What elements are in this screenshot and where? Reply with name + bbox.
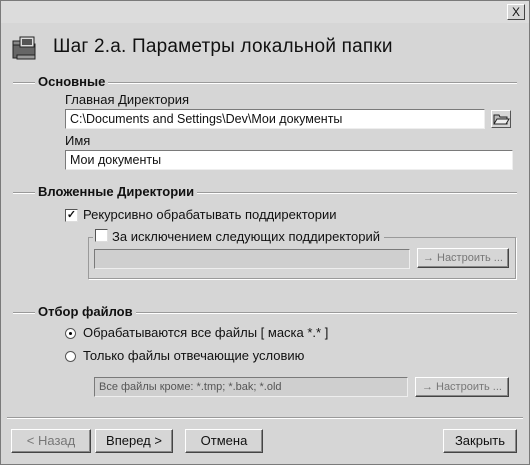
back-button[interactable]: < Назад <box>11 429 91 453</box>
name-label: Имя <box>65 133 91 148</box>
close-button[interactable]: Закрыть <box>443 429 517 453</box>
close-window-button[interactable]: X <box>507 4 525 20</box>
recursive-checkbox[interactable]: ✓ <box>65 209 78 222</box>
section-title-subdirs: Вложенные Директории <box>35 184 198 199</box>
exclude-checkbox[interactable] <box>95 229 108 242</box>
configure-filter-label: Настроить ... <box>436 381 502 393</box>
checkmark-icon: ✓ <box>66 209 77 221</box>
configure-subdirs-label: Настроить ... <box>437 252 503 264</box>
only-matching-label[interactable]: Только файлы отвечающие условию <box>83 348 304 363</box>
cancel-button[interactable]: Отмена <box>185 429 263 453</box>
open-folder-icon <box>493 114 510 125</box>
footer-divider <box>7 417 523 419</box>
file-filter-field: Все файлы кроме: *.tmp; *.bak; *.old <box>94 377 408 397</box>
exclude-dirs-field <box>94 249 410 269</box>
only-matching-radio[interactable] <box>65 351 76 362</box>
computer-folder-icon <box>12 36 36 60</box>
recursive-label[interactable]: Рекурсивно обрабатывать поддиректории <box>83 207 337 222</box>
arrow-right-icon: → <box>422 381 433 393</box>
arrow-right-icon: → <box>423 252 434 264</box>
next-button[interactable]: Вперед > <box>95 429 173 453</box>
wizard-window: X Шаг 2.а. Параметры локальной папки Осн… <box>0 0 530 465</box>
exclude-label[interactable]: За исключением следующих поддиректорий <box>112 229 380 244</box>
name-field[interactable]: Мои документы <box>65 150 513 170</box>
configure-subdirs-button[interactable]: → Настроить ... <box>417 248 509 268</box>
radio-selected-dot <box>69 332 72 335</box>
title-bar: X <box>1 1 529 23</box>
all-files-radio[interactable] <box>65 328 76 339</box>
all-files-label[interactable]: Обрабатываются все файлы [ маска *.* ] <box>83 325 328 340</box>
page-title: Шаг 2.а. Параметры локальной папки <box>53 36 393 57</box>
main-dir-field[interactable]: C:\Documents and Settings\Dev\Мои докуме… <box>65 109 485 129</box>
exclude-row: За исключением следующих поддиректорий <box>93 228 384 246</box>
section-title-files: Отбор файлов <box>35 304 136 319</box>
configure-filter-button[interactable]: → Настроить ... <box>415 377 509 397</box>
section-title-basic: Основные <box>35 74 109 89</box>
browse-folder-button[interactable] <box>491 110 511 128</box>
main-dir-label: Главная Директория <box>65 92 190 107</box>
